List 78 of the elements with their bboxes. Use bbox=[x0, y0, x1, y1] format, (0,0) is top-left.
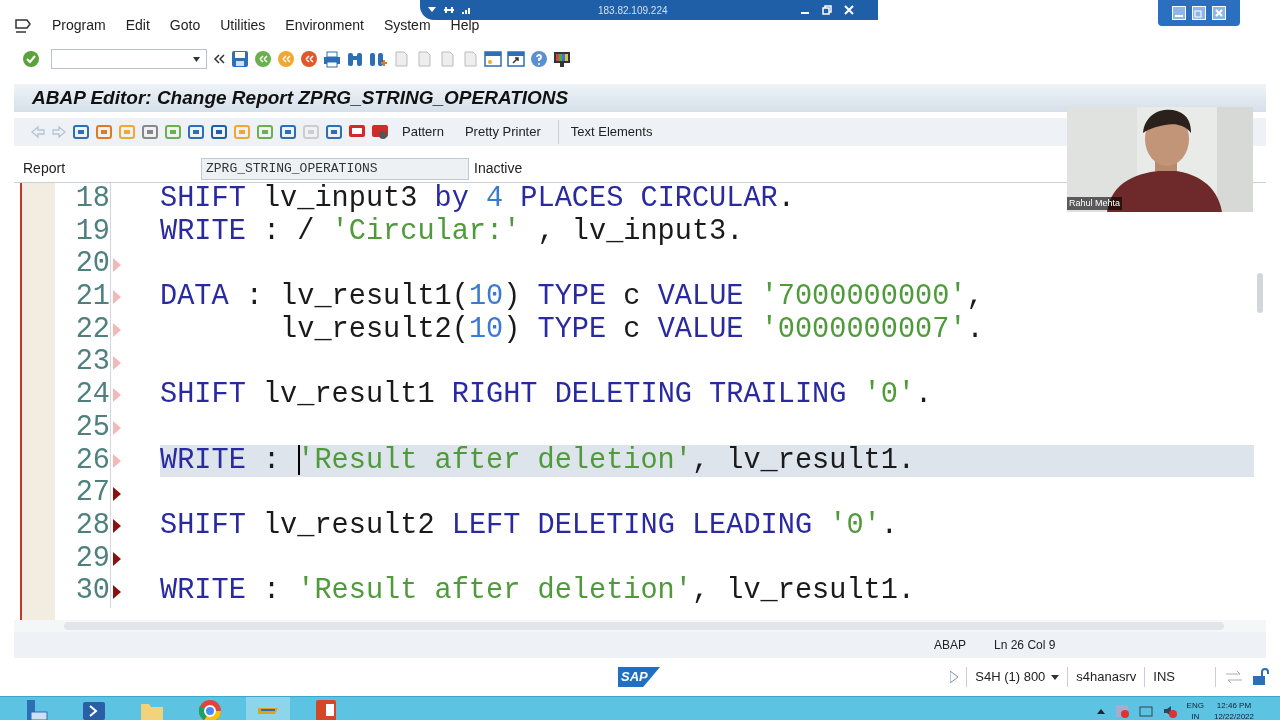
save-icon[interactable] bbox=[231, 50, 249, 68]
line-number: 28 bbox=[74, 511, 110, 541]
horizontal-scrollbar[interactable] bbox=[14, 620, 1266, 632]
menu-item[interactable]: Help bbox=[440, 16, 490, 34]
close-icon[interactable] bbox=[844, 5, 854, 15]
restore-icon[interactable] bbox=[822, 5, 832, 15]
back-icon[interactable] bbox=[254, 50, 272, 68]
line-number: 25 bbox=[74, 413, 110, 443]
menu-item[interactable]: Edit bbox=[115, 16, 160, 34]
language-indicator[interactable]: ENG bbox=[1186, 699, 1204, 711]
code-line: WRITE : / 'Circular:' , lv_input3. bbox=[160, 217, 744, 247]
code-line: SHIFT lv_result1 RIGHT DELETING TRAILING '0'. bbox=[160, 381, 933, 410]
line-number: 23 bbox=[74, 348, 110, 378]
check-icon[interactable] bbox=[22, 50, 40, 68]
toolbar-button[interactable]: Pattern bbox=[394, 120, 452, 144]
line-number: 19 bbox=[74, 217, 110, 247]
menu-item[interactable]: Goto bbox=[159, 16, 211, 34]
line-number: 27 bbox=[74, 479, 110, 508]
dropdown-icon bbox=[193, 56, 200, 62]
line-number: 21 bbox=[74, 283, 110, 312]
binoculars-plus-icon[interactable] bbox=[369, 50, 387, 68]
line-number: 29 bbox=[74, 544, 110, 574]
field-label: Report bbox=[23, 159, 67, 178]
code-line: SHIFT lv_input3 by 4 PLACES CIRCULAR. bbox=[160, 185, 795, 214]
globe-icon[interactable] bbox=[197, 697, 223, 720]
window-title: ABAP Editor: Change Report ZPRG_STRING_OPERATIONS bbox=[32, 85, 569, 110]
clock-time[interactable]: 12:46 PM bbox=[1216, 699, 1252, 711]
line-number: 24 bbox=[74, 381, 110, 410]
network-icon[interactable] bbox=[1138, 703, 1153, 718]
chevron-up-icon[interactable] bbox=[1096, 707, 1105, 714]
volume-icon[interactable] bbox=[1162, 703, 1177, 718]
text-cursor bbox=[298, 444, 300, 475]
cursor-position: Ln 26 Col 9 bbox=[994, 637, 1056, 654]
menu-item[interactable]: System bbox=[373, 16, 441, 34]
print-icon[interactable] bbox=[323, 50, 341, 68]
server-name: s4hanasrv bbox=[1067, 667, 1137, 687]
menu-item[interactable]: Program bbox=[42, 16, 116, 34]
sap-logo: SAP bbox=[618, 667, 660, 687]
binoculars-icon[interactable] bbox=[346, 50, 364, 68]
help-icon[interactable] bbox=[530, 50, 548, 68]
code-line: lv_result2(10) TYPE c VALUE '0000000007'. bbox=[279, 315, 984, 345]
clock-date[interactable]: 12/22/2022 bbox=[1213, 710, 1254, 720]
code-line: WRITE : 'Result after deletion', lv_result1. bbox=[160, 577, 916, 606]
play-icon[interactable] bbox=[950, 671, 959, 683]
system-dropdown[interactable]: S4H (1) 800 bbox=[966, 667, 1060, 687]
code-line: WRITE : 'Result after deletion', lv_result1. bbox=[160, 446, 916, 476]
code-line: SHIFT lv_result2 LEFT DELETING LEADING '0'. bbox=[160, 511, 898, 541]
menu-item[interactable]: Environment bbox=[275, 16, 374, 34]
line-number: 18 bbox=[74, 185, 110, 214]
collapse-icon[interactable] bbox=[212, 52, 226, 66]
cancel-icon[interactable] bbox=[300, 50, 318, 68]
system-text: S4H (1) 800 bbox=[975, 668, 1046, 687]
input-mode: INS bbox=[1144, 667, 1216, 687]
status-text: Inactive bbox=[474, 159, 523, 178]
transfer-icon[interactable] bbox=[1224, 670, 1244, 684]
stop-icon[interactable] bbox=[371, 123, 389, 141]
language-label: ABAP bbox=[934, 637, 966, 654]
command-field[interactable] bbox=[51, 49, 207, 69]
line-number: 30 bbox=[74, 577, 110, 606]
code-line: DATA : lv_result1(10) TYPE c VALUE '7000000000', bbox=[160, 283, 984, 312]
report-name-field[interactable]: ZPRG_STRING_OPERATIONS bbox=[201, 157, 469, 180]
shortcut-icon[interactable] bbox=[507, 50, 525, 68]
menu-item[interactable]: Utilities bbox=[210, 16, 276, 34]
toolbar-button[interactable]: Text Elements bbox=[557, 120, 661, 144]
caption: Rahul Mehta bbox=[1067, 196, 1123, 210]
line-number: 20 bbox=[74, 250, 110, 279]
menu-icon[interactable] bbox=[14, 18, 32, 34]
line-number: 22 bbox=[74, 315, 110, 345]
host-address: 183.82.109.224 bbox=[598, 3, 668, 18]
region-indicator[interactable]: IN bbox=[1191, 710, 1200, 720]
line-number: 26 bbox=[74, 446, 110, 476]
lock-icon[interactable] bbox=[1252, 668, 1270, 686]
exit-icon[interactable] bbox=[277, 50, 295, 68]
dropdown-icon bbox=[1051, 674, 1060, 680]
presentation-icon[interactable] bbox=[313, 697, 339, 720]
toolbar-button[interactable]: Pretty Printer bbox=[456, 120, 549, 144]
window-icon[interactable] bbox=[484, 50, 502, 68]
monitor-icon[interactable] bbox=[553, 50, 571, 68]
